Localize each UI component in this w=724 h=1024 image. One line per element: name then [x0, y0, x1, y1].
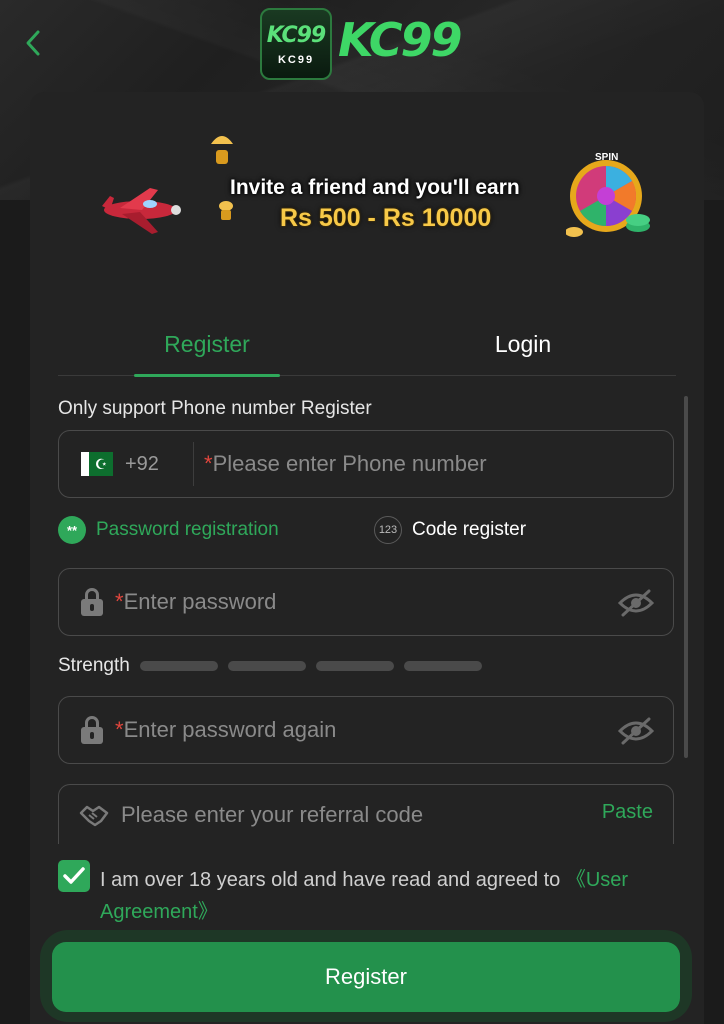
lock-icon — [79, 716, 105, 744]
password-mode-icon: ** — [58, 516, 86, 544]
tab-login[interactable]: Login — [450, 312, 596, 376]
register-card: Invite a friend and you'll earn Rs 500 -… — [30, 92, 704, 1024]
phone-field[interactable]: ☪ +92 *Please enter Phone number — [58, 430, 674, 498]
logo-badge-text: KC99 — [266, 22, 326, 48]
referral-placeholder[interactable]: Please enter your referral code — [121, 802, 423, 828]
paste-button[interactable]: Paste — [602, 801, 653, 824]
register-mode-selector: ** Password registration 123 Code regist… — [58, 516, 674, 548]
chevron-left-icon — [26, 30, 40, 56]
agreement-checkbox[interactable] — [58, 860, 90, 892]
coin-small-icon — [219, 201, 233, 220]
country-code[interactable]: +92 — [125, 453, 193, 476]
password-placeholder-text: Enter password — [123, 589, 277, 614]
password-strength: Strength — [58, 654, 492, 678]
register-submit-button[interactable]: Register — [52, 942, 680, 1012]
auth-tabs: Register Login — [58, 312, 676, 377]
required-mark: * — [204, 451, 213, 476]
top-bar: KC99 KC99 KC99 — [0, 0, 724, 90]
lock-icon — [79, 588, 105, 616]
password-field[interactable]: *Enter password — [58, 568, 674, 636]
agreement-text: I am over 18 years old and have read and… — [100, 864, 680, 928]
back-button[interactable] — [18, 28, 48, 58]
password-registration-option[interactable]: ** Password registration — [58, 516, 279, 544]
code-mode-icon: 123 — [374, 516, 402, 544]
strength-segment — [315, 661, 394, 671]
logo-badge-subtext: KC99 — [277, 53, 315, 66]
eye-off-icon[interactable] — [617, 717, 655, 745]
password-placeholder[interactable]: *Enter password — [115, 589, 276, 615]
coin-icon — [211, 136, 233, 164]
scrollbar[interactable] — [684, 396, 688, 758]
banner-headline: Invite a friend and you'll earn — [230, 176, 520, 199]
code-register-option[interactable]: 123 Code register — [374, 516, 526, 544]
confirm-password-field[interactable]: *Enter password again — [58, 696, 674, 764]
required-mark: * — [115, 717, 124, 742]
phone-placeholder[interactable]: *Please enter Phone number — [204, 451, 487, 477]
strength-segment — [139, 661, 218, 671]
app-logo-wordmark: KC99 — [338, 13, 462, 67]
invite-banner[interactable]: Invite a friend and you'll earn Rs 500 -… — [90, 132, 650, 252]
handshake-icon — [79, 805, 109, 826]
agreement-statement: I am over 18 years old and have read and… — [100, 869, 566, 891]
confirm-password-placeholder[interactable]: *Enter password again — [115, 717, 336, 743]
spin-wheel-label: SPIN — [595, 152, 619, 163]
strength-segment — [403, 661, 482, 671]
flag-stripe — [81, 452, 89, 476]
app-logo-badge: KC99 KC99 — [260, 8, 332, 80]
checkmark-icon — [63, 867, 85, 884]
flag-crescent: ☪ — [89, 452, 113, 476]
code-mode-label: Code register — [412, 519, 527, 540]
required-mark: * — [115, 589, 124, 614]
spin-wheel-icon — [566, 160, 650, 237]
phone-register-note: Only support Phone number Register — [58, 398, 372, 419]
banner-reward-range: Rs 500 - Rs 10000 — [280, 204, 492, 232]
pakistan-flag-icon[interactable]: ☪ — [81, 452, 113, 476]
airplane-icon — [102, 188, 181, 234]
eye-off-icon[interactable] — [617, 589, 655, 617]
field-divider — [193, 442, 194, 486]
confirm-password-placeholder-text: Enter password again — [123, 717, 337, 742]
strength-label: Strength — [58, 655, 130, 676]
password-mode-label: Password registration — [96, 519, 279, 540]
phone-placeholder-text: Please enter Phone number — [212, 451, 487, 476]
strength-segment — [227, 661, 306, 671]
tab-register[interactable]: Register — [134, 312, 280, 377]
referral-code-field[interactable]: Please enter your referral code Paste — [58, 784, 674, 844]
